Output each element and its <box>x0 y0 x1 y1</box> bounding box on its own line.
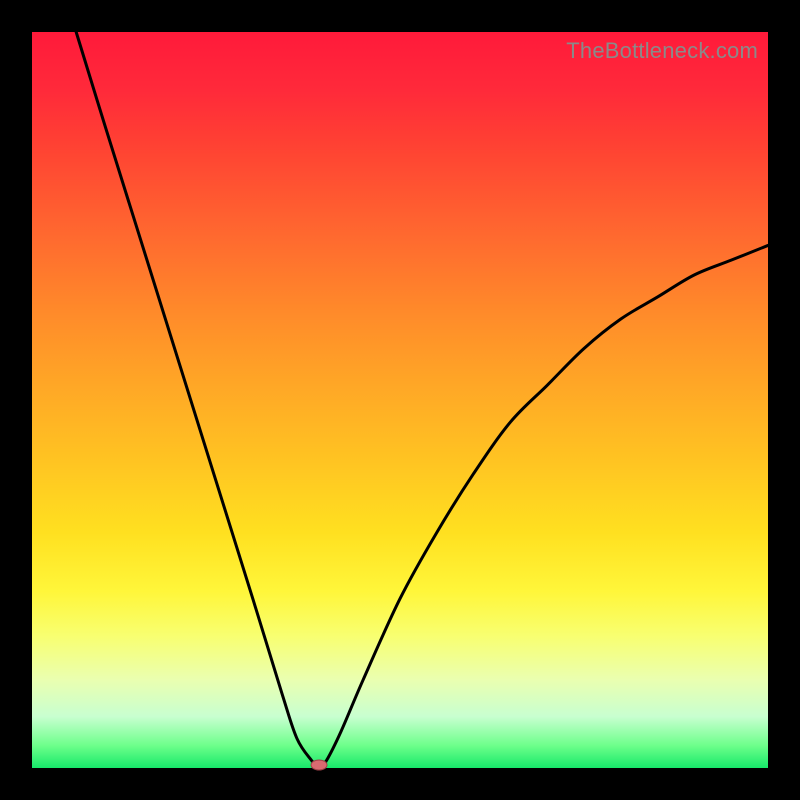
curve-left <box>76 32 319 768</box>
plot-area: TheBottleneck.com <box>32 32 768 768</box>
minimum-marker <box>311 760 327 770</box>
chart-frame: TheBottleneck.com <box>0 0 800 800</box>
chart-svg <box>32 32 768 768</box>
curve-right <box>319 245 768 768</box>
